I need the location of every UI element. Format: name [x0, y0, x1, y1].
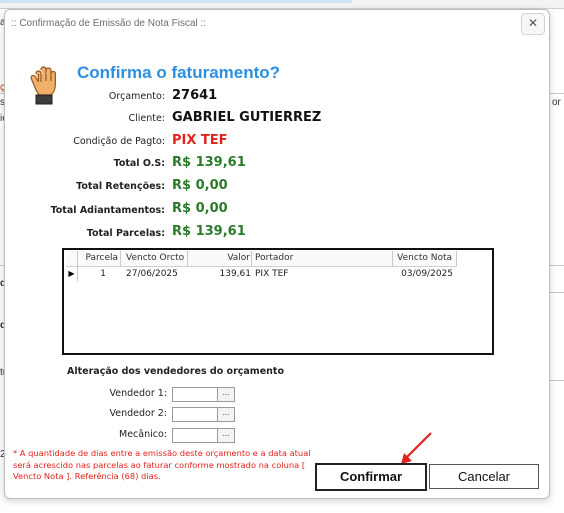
background-divider [548, 265, 564, 266]
cell-vencto-nota[interactable]: 03/09/2025 [394, 267, 453, 281]
total-parcelas-value: R$ 139,61 [172, 224, 246, 239]
orcamento-value: 27641 [172, 88, 218, 103]
grid-header-portador[interactable]: Portador [253, 251, 393, 266]
vendedor-1-label: Vendedor 1: [109, 388, 167, 399]
background-divider [548, 380, 564, 381]
total-adiantamentos-label: Total Adiantamentos: [50, 205, 165, 216]
table-row[interactable]: ▶ 1 27/06/2025 139,61 PIX TEF 03/09/2025 [66, 267, 457, 281]
background-text-or: or [552, 97, 561, 108]
vendedor-1-input[interactable] [172, 387, 218, 402]
confirm-button[interactable]: Confirmar [315, 463, 427, 491]
background-accent-bar [0, 0, 352, 3]
cell-vencto-orcto[interactable]: 27/06/2025 [126, 267, 188, 281]
grid-header-parcela[interactable]: Parcela [78, 251, 121, 266]
close-button[interactable]: ✕ [521, 13, 545, 35]
grid-header-valor[interactable]: Valor [189, 251, 252, 266]
mecanico-label: Mecânico: [119, 429, 167, 440]
grid-header-vencto-nota[interactable]: Vencto Nota [394, 251, 457, 266]
total-retencoes-value: R$ 0,00 [172, 178, 228, 193]
cliente-label: Cliente: [128, 113, 165, 124]
cell-portador[interactable]: PIX TEF [255, 267, 385, 281]
vendedor-2-label: Vendedor 2: [109, 408, 167, 419]
cell-parcela[interactable]: 1 [78, 267, 106, 281]
installments-grid[interactable]: Parcela Vencto Orcto Valor Portador Venc… [62, 248, 494, 355]
dialog-heading: Confirma o faturamento? [77, 63, 281, 82]
condicao-pagto-value: PIX TEF [172, 133, 228, 148]
invoice-confirmation-dialog: :: Confirmação de Emissão de Nota Fiscal… [4, 9, 550, 499]
mecanico-input[interactable] [172, 428, 218, 443]
orcamento-label: Orçamento: [108, 91, 165, 102]
vendedor-2-input[interactable] [172, 407, 218, 422]
row-indicator-icon: ▶ [66, 267, 78, 281]
grid-header-vencto-orcto[interactable]: Vencto Orcto [122, 251, 188, 266]
condicao-pagto-label: Condição de Pagto: [73, 136, 165, 147]
total-os-value: R$ 139,61 [172, 155, 246, 170]
cell-valor[interactable]: 139,61 [189, 267, 252, 281]
background-divider [548, 292, 564, 293]
vendedor-1-lookup-button[interactable]: ... [217, 387, 235, 402]
note-text: * A quantidade de dias entre a emissão d… [13, 448, 311, 482]
cliente-value: GABRIEL GUTIERREZ [172, 110, 322, 125]
total-retencoes-label: Total Retenções: [76, 181, 165, 192]
dialog-title: :: Confirmação de Emissão de Nota Fiscal… [11, 18, 207, 29]
total-parcelas-label: Total Parcelas: [86, 228, 165, 239]
mecanico-lookup-button[interactable]: ... [217, 428, 235, 443]
background-divider [548, 93, 564, 94]
total-adiantamentos-value: R$ 0,00 [172, 201, 228, 216]
cancel-button[interactable]: Cancelar [429, 464, 539, 489]
vendedores-section-title: Alteração dos vendedores do orçamento [67, 366, 284, 377]
vendedor-2-lookup-button[interactable]: ... [217, 407, 235, 422]
close-icon: ✕ [527, 16, 539, 30]
grid-indicator-header [66, 251, 78, 266]
total-os-label: Total O.S: [113, 158, 165, 169]
grid-header: Parcela Vencto Orcto Valor Portador Venc… [66, 251, 457, 267]
